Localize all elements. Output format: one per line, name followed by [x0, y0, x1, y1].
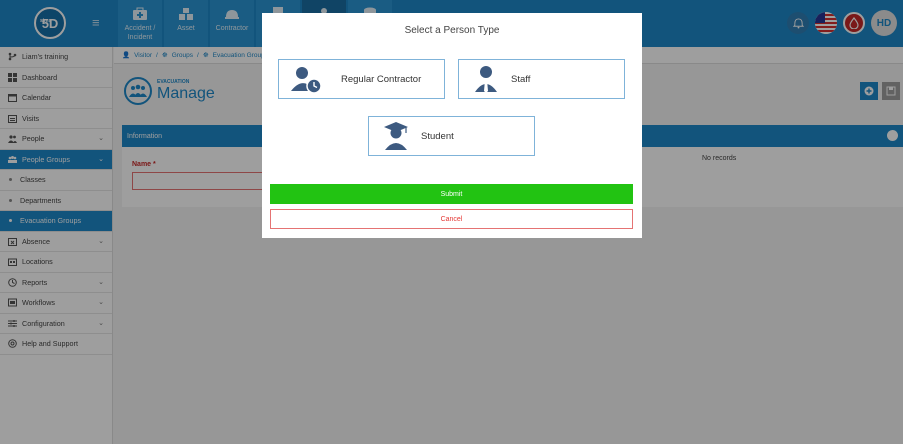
staff-icon	[475, 66, 497, 93]
option-staff[interactable]: Staff	[458, 59, 625, 99]
submit-button[interactable]: Submit	[270, 184, 633, 204]
option-student[interactable]: Student	[368, 116, 535, 156]
student-graduate-icon	[384, 122, 408, 150]
cancel-button[interactable]: Cancel	[270, 209, 633, 229]
option-regular-contractor[interactable]: Regular Contractor	[278, 59, 445, 99]
contractor-clock-icon	[291, 67, 321, 94]
option-label: Regular Contractor	[341, 73, 422, 85]
option-label: Staff	[511, 73, 531, 85]
option-label: Student	[421, 130, 454, 142]
modal-title: Select a Person Type	[404, 25, 500, 36]
submit-label: Submit	[440, 190, 463, 198]
select-person-type-modal: Select a Person Type Regular Contractor …	[262, 13, 642, 238]
cancel-label: Cancel	[440, 215, 463, 223]
